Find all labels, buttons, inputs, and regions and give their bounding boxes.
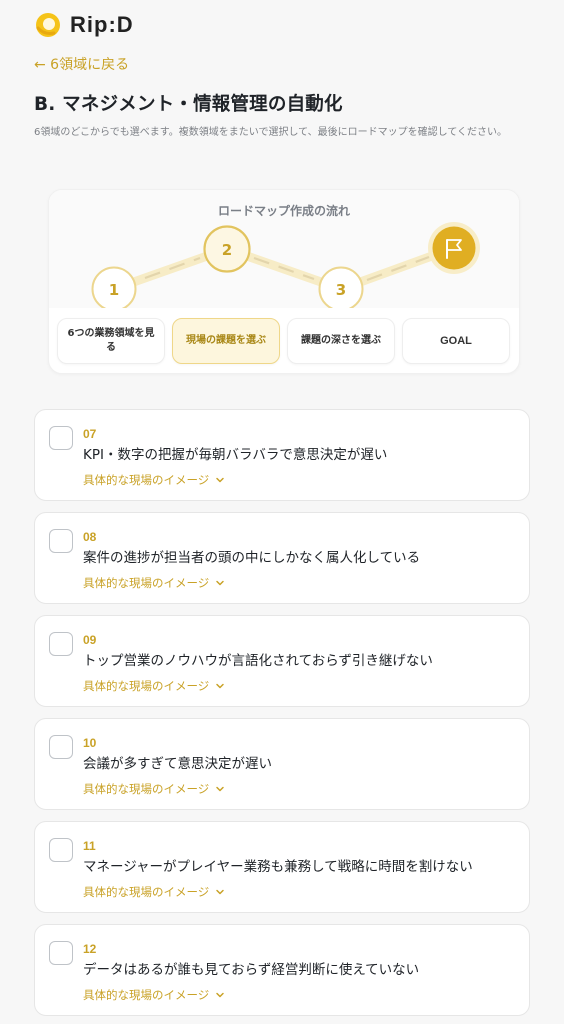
- page-title: B. マネジメント・情報管理の自動化: [34, 94, 343, 115]
- issue-detail-toggle[interactable]: 具体的な現場のイメージ: [83, 987, 225, 1003]
- back-link[interactable]: ← 6領域に戻る: [34, 54, 129, 74]
- issue-checkbox[interactable]: [49, 426, 73, 450]
- issue-text: データはあるが誰も見ておらず経営判断に使えていない: [83, 962, 420, 978]
- issue-number: 10: [83, 736, 97, 750]
- step-node-3-label: 3: [336, 281, 346, 299]
- issue-detail-label: 具体的な現場のイメージ: [83, 885, 210, 899]
- page-description: 6領域のどこからでも選べます。複数領域をまたいで選択して、最後にロードマップを確…: [34, 127, 508, 138]
- chevron-down-icon: [216, 992, 225, 998]
- issue-number: 08: [83, 530, 97, 544]
- issue-text: トップ営業のノウハウが言語化されておらず引き継げない: [83, 653, 433, 669]
- step-node-3: 3: [318, 266, 364, 308]
- issue-detail-label: 具体的な現場のイメージ: [83, 679, 210, 693]
- issue-number: 12: [83, 942, 97, 956]
- issue-detail-label: 具体的な現場のイメージ: [83, 988, 210, 1002]
- roadmap-panel: ロードマップ作成の流れ 1 2 3 6つの業務領域を見る 現場の課題を選ぶ 課題…: [48, 189, 520, 374]
- page: Rip:D ← 6領域に戻る B. マネジメント・情報管理の自動化 6領域のどこ…: [0, 0, 564, 1024]
- chevron-down-icon: [216, 477, 225, 483]
- step-node-1-label: 1: [109, 281, 119, 299]
- goal-node: [428, 222, 480, 274]
- issue-detail-toggle[interactable]: 具体的な現場のイメージ: [83, 472, 225, 488]
- roadmap-diagram: 1 2 3: [91, 222, 480, 308]
- step-card-3: 課題の深さを選ぶ: [287, 318, 395, 364]
- issue-checkbox[interactable]: [49, 632, 73, 656]
- connector-2-3-dash: [253, 256, 315, 281]
- issue-card-11[interactable]: 11 マネージャーがプレイヤー業務も兼務して戦略に時間を割けない 具体的な現場の…: [34, 821, 530, 913]
- issue-card-09[interactable]: 09 トップ営業のノウハウが言語化されておらず引き継げない 具体的な現場のイメー…: [34, 615, 530, 707]
- issue-detail-label: 具体的な現場のイメージ: [83, 576, 210, 590]
- chevron-down-icon: [216, 786, 225, 792]
- step-card-1: 6つの業務領域を見る: [57, 318, 165, 364]
- chevron-down-icon: [216, 683, 225, 689]
- step-node-1: 1: [91, 266, 137, 308]
- issue-text: 案件の進捗が担当者の頭の中にしかなく属人化している: [83, 550, 421, 566]
- chevron-down-icon: [216, 889, 225, 895]
- issue-checkbox[interactable]: [49, 941, 73, 965]
- logo[interactable]: Rip:D: [34, 11, 134, 39]
- step-node-2-label: 2: [222, 241, 232, 259]
- logo-mark-icon: [36, 13, 60, 37]
- step-node-2: 2: [203, 225, 251, 273]
- issue-text: KPI・数字の把握が毎朝バラバラで意思決定が遅い: [83, 447, 388, 463]
- issue-number: 07: [83, 427, 97, 441]
- issue-detail-toggle[interactable]: 具体的な現場のイメージ: [83, 884, 225, 900]
- issue-text: 会議が多すぎて意思決定が遅い: [83, 756, 272, 772]
- issue-card-07[interactable]: 07 KPI・数字の把握が毎朝バラバラで意思決定が遅い 具体的な現場のイメージ: [34, 409, 530, 501]
- issue-number: 11: [83, 839, 96, 853]
- issue-checkbox[interactable]: [49, 529, 73, 553]
- issue-detail-toggle[interactable]: 具体的な現場のイメージ: [83, 781, 225, 797]
- issue-checkbox[interactable]: [49, 735, 73, 759]
- issue-card-08[interactable]: 08 案件の進捗が担当者の頭の中にしかなく属人化している 具体的な現場のイメージ: [34, 512, 530, 604]
- step-card-goal: GOAL: [402, 318, 510, 364]
- issue-card-12[interactable]: 12 データはあるが誰も見ておらず経営判断に使えていない 具体的な現場のイメージ: [34, 924, 530, 1016]
- issue-detail-label: 具体的な現場のイメージ: [83, 473, 210, 487]
- issue-detail-toggle[interactable]: 具体的な現場のイメージ: [83, 678, 225, 694]
- connector-3-goal-dash: [366, 255, 430, 282]
- issue-card-10[interactable]: 10 会議が多すぎて意思決定が遅い 具体的な現場のイメージ: [34, 718, 530, 810]
- logo-text: Rip:D: [70, 12, 134, 37]
- chevron-down-icon: [216, 580, 225, 586]
- issue-checkbox[interactable]: [49, 838, 73, 862]
- issue-text: マネージャーがプレイヤー業務も兼務して戦略に時間を割けない: [83, 859, 473, 875]
- issue-detail-label: 具体的な現場のイメージ: [83, 782, 210, 796]
- issue-number: 09: [83, 633, 97, 647]
- step-card-2: 現場の課題を選ぶ: [172, 318, 280, 364]
- issue-detail-toggle[interactable]: 具体的な現場のイメージ: [83, 575, 225, 591]
